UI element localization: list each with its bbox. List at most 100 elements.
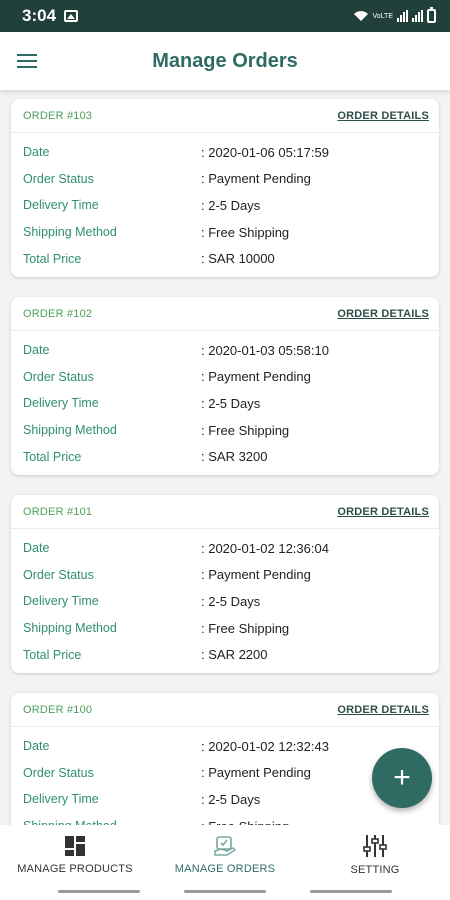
status-time: 3:04 [22, 6, 57, 25]
order-row-delivery: Delivery Time : 2-5 Days [11, 588, 439, 615]
order-row-status: Order Status : Payment Pending [11, 166, 439, 193]
shipping-value: : Free Shipping [201, 422, 290, 438]
volte-label: VoLTE [372, 12, 394, 20]
gesture-segment [310, 890, 392, 893]
bottom-nav: MANAGE PRODUCTS MANAGE ORDERS SETTING [0, 825, 450, 885]
order-card: ORDER #101 ORDER DETAILS Date : 2020-01-… [11, 495, 439, 673]
order-card: ORDER #103 ORDER DETAILS Date : 2020-01-… [11, 99, 439, 277]
order-row-date: Date : 2020-01-03 05:58:10 [11, 337, 439, 364]
date-label: Date [23, 541, 50, 556]
date-label: Date [23, 343, 50, 358]
order-card-header: ORDER #101 ORDER DETAILS [11, 495, 439, 529]
nav-label-products: MANAGE PRODUCTS [17, 863, 133, 875]
date-label: Date [23, 145, 50, 160]
gesture-segment [58, 890, 140, 893]
order-number: ORDER #102 [23, 307, 93, 320]
battery-icon [427, 7, 436, 23]
orders-icon [214, 836, 237, 856]
order-row-date: Date : 2020-01-06 05:17:59 [11, 139, 439, 166]
orders-list[interactable]: ORDER #103 ORDER DETAILS Date : 2020-01-… [0, 90, 450, 825]
order-number: ORDER #103 [23, 109, 93, 122]
gesture-segment [184, 890, 266, 893]
total-label: Total Price [23, 647, 82, 662]
signal-icon [397, 10, 408, 22]
add-order-button[interactable]: + [372, 748, 432, 808]
order-card-header: ORDER #103 ORDER DETAILS [11, 99, 439, 133]
total-label: Total Price [23, 251, 82, 266]
shipping-label: Shipping Method [23, 621, 117, 636]
order-row-status: Order Status : Payment Pending [11, 364, 439, 391]
delivery-label: Delivery Time [23, 594, 99, 609]
shipping-value: : Free Shipping [201, 620, 290, 636]
nav-manage-products[interactable]: MANAGE PRODUCTS [0, 825, 150, 885]
order-card-header: ORDER #100 ORDER DETAILS [11, 693, 439, 727]
shipping-label: Shipping Method [23, 423, 117, 438]
order-details-link[interactable]: ORDER DETAILS [337, 110, 429, 122]
delivery-value: : 2-5 Days [201, 395, 261, 411]
status-value: : Payment Pending [201, 765, 311, 781]
order-row-shipping: Shipping Method : Free Shipping [11, 417, 439, 444]
total-label: Total Price [23, 449, 82, 464]
order-row-total: Total Price : SAR 10000 [11, 245, 439, 272]
date-value: : 2020-01-06 05:17:59 [201, 144, 329, 160]
order-row-delivery: Delivery Time : 2-5 Days [11, 192, 439, 219]
order-details-link[interactable]: ORDER DETAILS [337, 308, 429, 320]
total-value: : SAR 3200 [201, 449, 268, 465]
delivery-value: : 2-5 Days [201, 197, 261, 213]
nav-manage-orders[interactable]: MANAGE ORDERS [150, 825, 300, 885]
shipping-label: Shipping Method [23, 225, 117, 240]
grid-icon [65, 836, 85, 856]
nav-label-setting: SETTING [350, 864, 400, 876]
date-value: : 2020-01-02 12:32:43 [201, 738, 329, 754]
delivery-label: Delivery Time [23, 792, 99, 807]
order-row-shipping: Shipping Method : Free Shipping [11, 615, 439, 642]
order-row-date: Date : 2020-01-02 12:36:04 [11, 535, 439, 562]
delivery-value: : 2-5 Days [201, 791, 261, 807]
status-label: Order Status [23, 369, 94, 384]
plus-icon: + [393, 761, 411, 794]
signal-icon-2 [412, 10, 423, 22]
menu-icon[interactable] [0, 32, 54, 90]
order-details-link[interactable]: ORDER DETAILS [337, 506, 429, 518]
shipping-value: : Free Shipping [201, 224, 290, 240]
order-row-status: Order Status : Payment Pending [11, 562, 439, 589]
total-value: : SAR 2200 [201, 647, 268, 663]
order-number: ORDER #101 [23, 505, 93, 518]
app-bar: Manage Orders [0, 32, 450, 90]
order-row-total: Total Price : SAR 3200 [11, 443, 439, 470]
wifi-icon [353, 11, 368, 21]
order-rows: Date : 2020-01-03 05:58:10 Order Status … [11, 331, 439, 470]
gesture-bar [0, 885, 450, 900]
order-row-delivery: Delivery Time : 2-5 Days [11, 390, 439, 417]
delivery-label: Delivery Time [23, 396, 99, 411]
order-rows: Date : 2020-01-06 05:17:59 Order Status … [11, 133, 439, 272]
gallery-icon [64, 10, 79, 22]
total-value: : SAR 10000 [201, 251, 275, 267]
order-rows: Date : 2020-01-02 12:36:04 Order Status … [11, 529, 439, 668]
status-label: Order Status [23, 171, 94, 186]
page-title: Manage Orders [152, 49, 298, 72]
order-card-header: ORDER #102 ORDER DETAILS [11, 297, 439, 331]
nav-setting[interactable]: SETTING [300, 825, 450, 885]
date-label: Date [23, 739, 50, 754]
status-value: : Payment Pending [201, 369, 311, 385]
order-row-shipping: Shipping Method : Free Shipping [11, 219, 439, 246]
status-value: : Payment Pending [201, 171, 311, 187]
order-card: ORDER #102 ORDER DETAILS Date : 2020-01-… [11, 297, 439, 475]
order-number: ORDER #100 [23, 703, 93, 716]
order-row-date: Date : 2020-01-02 12:32:43 [11, 733, 439, 760]
order-row-total: Total Price : SAR 2200 [11, 641, 439, 668]
status-value: : Payment Pending [201, 567, 311, 583]
status-bar: 3:04 VoLTE [0, 0, 450, 32]
delivery-value: : 2-5 Days [201, 593, 261, 609]
status-label: Order Status [23, 765, 94, 780]
order-card: ORDER #100 ORDER DETAILS Date : 2020-01-… [11, 693, 439, 825]
date-value: : 2020-01-02 12:36:04 [201, 540, 329, 556]
order-details-link[interactable]: ORDER DETAILS [337, 704, 429, 716]
nav-label-orders: MANAGE ORDERS [174, 863, 276, 875]
status-label: Order Status [23, 567, 94, 582]
sliders-icon [363, 835, 387, 857]
date-value: : 2020-01-03 05:58:10 [201, 342, 329, 358]
status-icons: VoLTE [353, 7, 436, 23]
order-row-shipping: Shipping Method : Free Shipping [11, 813, 439, 825]
